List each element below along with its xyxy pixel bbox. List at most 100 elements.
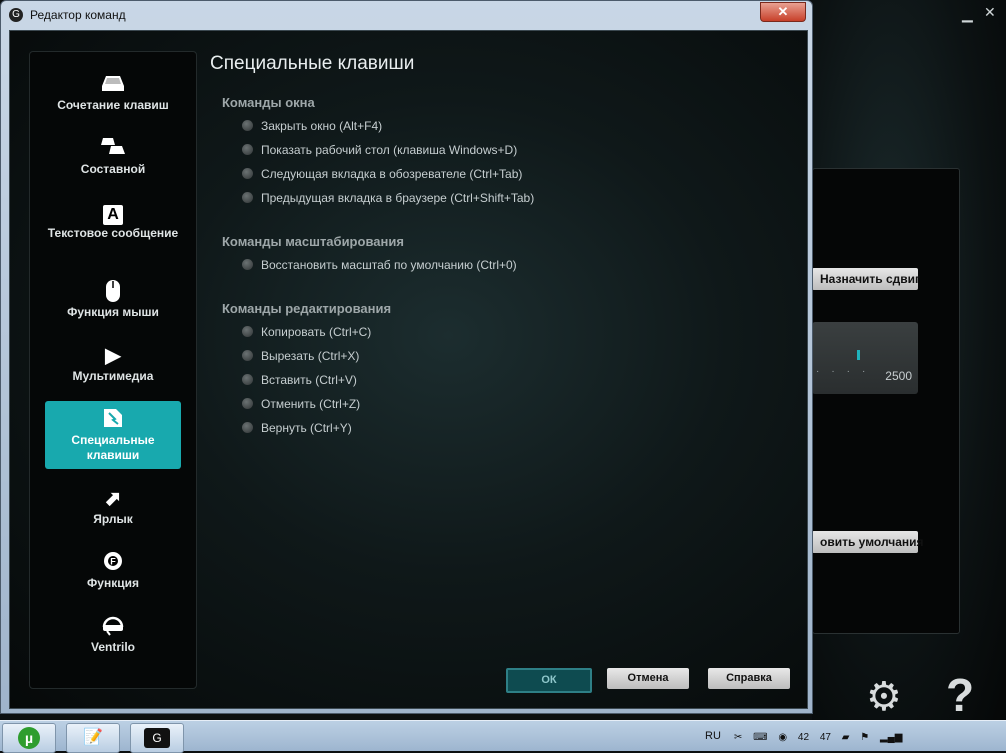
function-gear-icon: F	[45, 550, 181, 576]
close-button[interactable]: ✕	[760, 2, 806, 22]
option-label: Предыдущая вкладка в браузере (Ctrl+Shif…	[261, 191, 535, 205]
tray-chrome-icon[interactable]: ◉	[778, 732, 787, 743]
option-label: Вставить (Ctrl+V)	[261, 373, 357, 387]
special-keys-icon	[45, 407, 181, 433]
radio-button[interactable]	[242, 398, 253, 409]
option-redo[interactable]: Вернуть (Ctrl+Y)	[242, 421, 352, 435]
option-label: Закрыть окно (Alt+F4)	[261, 119, 383, 133]
logitech-g-icon: G	[144, 728, 170, 748]
title-bar: G Редактор команд ✕	[1, 1, 812, 29]
sidebar-item-special-keys[interactable]: Специальные клавиши	[45, 401, 181, 469]
sidebar-item-label: Специальные клавиши	[71, 433, 155, 462]
option-undo[interactable]: Отменить (Ctrl+Z)	[242, 397, 360, 411]
ok-button[interactable]: ОК	[506, 668, 592, 693]
shortcut-arrow-icon: ⬈	[104, 488, 122, 510]
sidebar-item-multikey[interactable]: Составной	[45, 130, 181, 198]
tray-number: 47	[819, 732, 831, 743]
mouse-icon	[45, 279, 181, 305]
sidebar-item-label: Ярлык	[93, 512, 133, 526]
radio-button[interactable]	[242, 120, 253, 131]
option-label: Следующая вкладка в обозревателе (Ctrl+T…	[261, 167, 523, 181]
dpi-slider[interactable]: ···· 2500	[812, 322, 918, 394]
option-close-window[interactable]: Закрыть окно (Alt+F4)	[242, 119, 382, 133]
option-label: Показать рабочий стол (клавиша Windows+D…	[261, 143, 518, 157]
radio-button[interactable]	[242, 144, 253, 155]
system-tray: ✂ ⌨ ◉ 42 47 ▰ ⚑ ▂▄▆	[734, 732, 910, 743]
radio-button[interactable]	[242, 374, 253, 385]
utorrent-taskbar-button[interactable]: µ	[2, 723, 56, 753]
option-show-desktop[interactable]: Показать рабочий стол (клавиша Windows+D…	[242, 143, 517, 157]
utorrent-icon: µ	[18, 727, 40, 749]
help-button[interactable]: Справка	[708, 668, 790, 689]
keycap-icon	[45, 72, 181, 98]
sidebar-item-label: Функция	[87, 576, 139, 590]
sidebar-item-label: Функция мыши	[67, 305, 159, 319]
option-label: Отменить (Ctrl+Z)	[261, 397, 361, 411]
logitech-logo-icon: G	[9, 8, 23, 22]
tray-app-icon[interactable]: ✂	[734, 732, 742, 743]
sidebar-item-label: Ventrilo	[90, 640, 135, 654]
option-label: Вернуть (Ctrl+Y)	[261, 421, 352, 435]
sidebar-item-function[interactable]: F Функция	[45, 544, 181, 612]
dpi-ticks: ····	[816, 366, 878, 377]
play-icon: ▶	[105, 345, 121, 367]
sidebar-item-label: Текстовое сообщение	[47, 226, 179, 240]
multikey-icon	[45, 136, 181, 162]
group-title-window: Команды окна	[222, 95, 315, 110]
option-label: Копировать (Ctrl+C)	[261, 325, 372, 339]
command-type-sidebar: Сочетание клавиш Составной A Текстовое с…	[29, 51, 197, 689]
option-next-tab[interactable]: Следующая вкладка в обозревателе (Ctrl+T…	[242, 167, 522, 181]
radio-button[interactable]	[242, 422, 253, 433]
sidebar-item-label: Сочетание клавиш	[57, 98, 169, 112]
language-indicator[interactable]: RU	[705, 730, 721, 742]
radio-button[interactable]	[242, 192, 253, 203]
radio-button[interactable]	[242, 168, 253, 179]
cancel-button[interactable]: Отмена	[607, 668, 689, 689]
tray-flag-icon[interactable]: ⚑	[860, 732, 869, 743]
sidebar-item-label: Составной	[80, 162, 146, 176]
option-paste[interactable]: Вставить (Ctrl+V)	[242, 373, 357, 387]
sidebar-item-shortcut[interactable]: ⬈ Ярлык	[45, 480, 181, 548]
tray-signal-icon[interactable]: ▂▄▆	[880, 732, 902, 743]
sidebar-item-label: Мультимедиа	[72, 369, 154, 383]
assign-shift-button[interactable]: Назначить сдвиг	[812, 268, 920, 290]
option-label: Вырезать (Ctrl+X)	[261, 349, 360, 363]
radio-button[interactable]	[242, 326, 253, 337]
notes-icon: 📝	[83, 729, 103, 746]
close-icon[interactable]: ✕	[984, 4, 996, 21]
help-icon[interactable]: ?	[946, 668, 974, 722]
sidebar-item-media[interactable]: ▶ Мультимедиа	[45, 337, 181, 405]
svg-text:F: F	[110, 557, 116, 567]
window-title: Редактор команд	[30, 8, 126, 22]
minimize-icon[interactable]: ▁	[962, 6, 973, 23]
tray-nvidia-icon[interactable]: ▰	[842, 732, 850, 743]
logitech-taskbar-button[interactable]: G	[130, 723, 184, 753]
settings-gear-icon[interactable]: ⚙	[866, 674, 902, 720]
option-reset-zoom[interactable]: Восстановить масштаб по умолчанию (Ctrl+…	[242, 258, 517, 272]
option-copy[interactable]: Копировать (Ctrl+C)	[242, 325, 371, 339]
radio-button[interactable]	[242, 350, 253, 361]
command-editor-window: G Редактор команд ✕ Сочетание клавиш Сос…	[0, 0, 813, 714]
radio-button[interactable]	[242, 259, 253, 270]
taskbar: µ 📝 G RU ✂ ⌨ ◉ 42 47 ▰ ⚑ ▂▄▆	[0, 720, 1006, 753]
option-previous-tab[interactable]: Предыдущая вкладка в браузере (Ctrl+Shif…	[242, 191, 534, 205]
tray-number: 42	[797, 732, 810, 743]
text-block-icon: A	[45, 200, 181, 226]
dialog-client-area: Сочетание клавиш Составной A Текстовое с…	[9, 30, 808, 709]
notes-taskbar-button[interactable]: 📝	[66, 723, 120, 753]
sidebar-item-ventrilo[interactable]: Ventrilo	[45, 608, 181, 676]
page-title: Специальные клавиши	[210, 53, 415, 74]
dpi-marker[interactable]	[857, 350, 860, 360]
option-label: Восстановить масштаб по умолчанию (Ctrl+…	[261, 258, 517, 272]
sidebar-item-mouse-function[interactable]: Функция мыши	[45, 273, 181, 341]
background-panel	[812, 168, 960, 634]
sidebar-item-keystroke[interactable]: Сочетание клавиш	[45, 66, 181, 134]
group-title-edit: Команды редактирования	[222, 301, 392, 316]
restore-defaults-button[interactable]: овить умолчания	[812, 531, 924, 553]
option-cut[interactable]: Вырезать (Ctrl+X)	[242, 349, 359, 363]
headset-icon	[45, 614, 181, 640]
group-title-zoom: Команды масштабирования	[222, 234, 404, 249]
dpi-value: 2500	[885, 369, 912, 383]
tray-keyboard-icon[interactable]: ⌨	[753, 732, 767, 743]
sidebar-item-text-block[interactable]: A Текстовое сообщение	[45, 194, 181, 262]
